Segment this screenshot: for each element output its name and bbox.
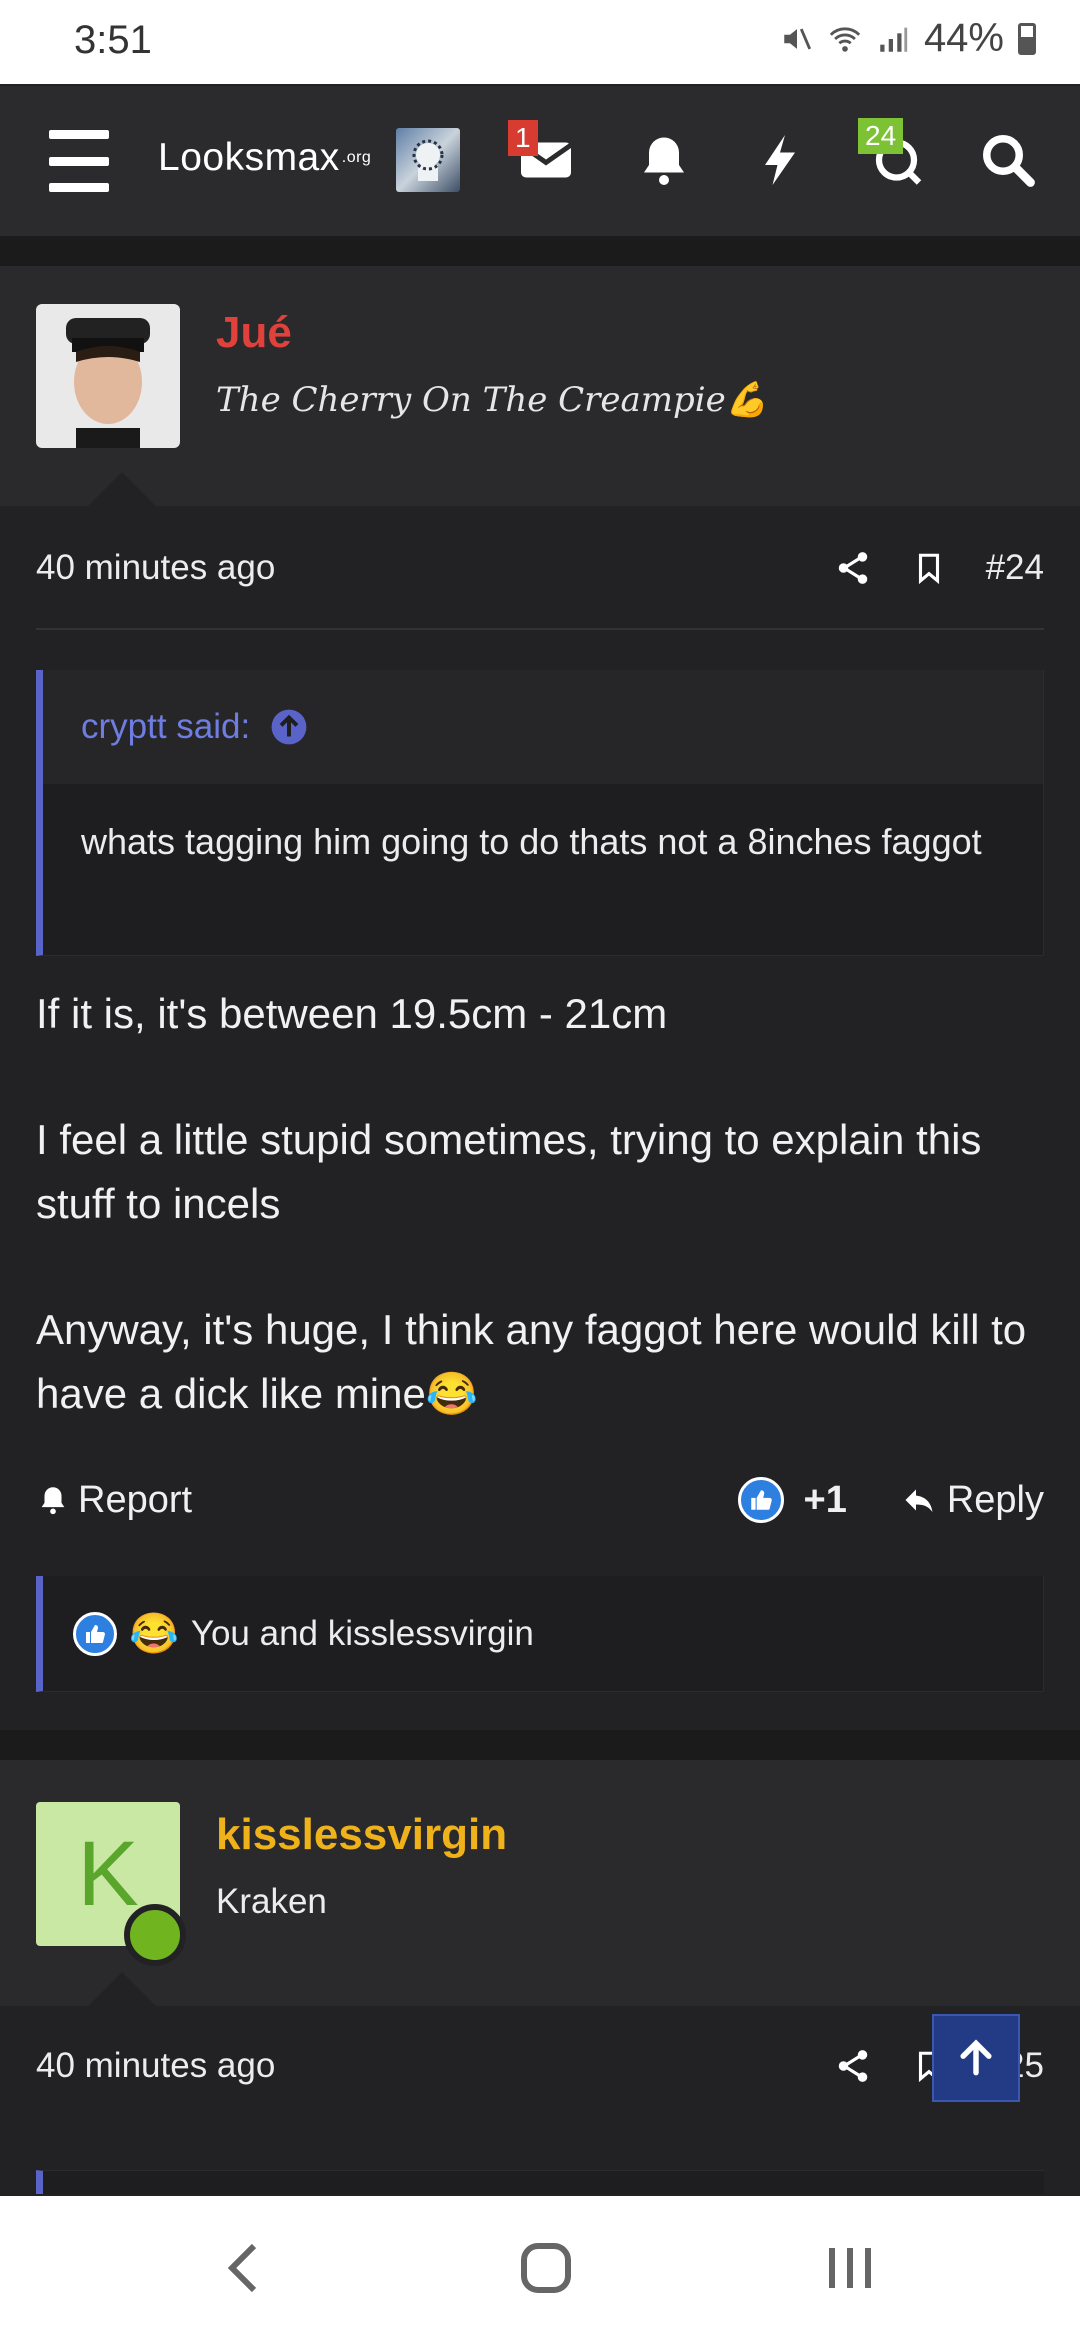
user-avatar-jue[interactable] (36, 304, 180, 448)
mute-icon (784, 28, 811, 49)
share-icon[interactable] (834, 549, 872, 587)
header-pointer (88, 472, 156, 506)
post-actions: Report +1 Reply (36, 1470, 1044, 1530)
wifi-icon (829, 26, 861, 52)
online-status-dot (124, 1904, 186, 1966)
recents-icon (829, 2248, 871, 2288)
separator (0, 238, 1080, 268)
report-button[interactable]: Report (36, 1479, 192, 1522)
logo-suffix: .org (341, 149, 372, 166)
separator (0, 1730, 1080, 1760)
report-label: Report (78, 1478, 193, 1521)
bookmark-icon[interactable] (912, 549, 946, 587)
status-icons: 44% (780, 16, 1036, 61)
share-icon[interactable] (834, 2047, 872, 2085)
reactions-text[interactable]: You and kisslessvirgin (191, 1614, 534, 1654)
header-pointer (88, 1972, 156, 2006)
divider (36, 628, 1044, 630)
bolt-icon (765, 135, 795, 185)
reply-button[interactable]: Reply (899, 1479, 1044, 1522)
post-meta: 40 minutes ago #24 (36, 538, 1044, 598)
post-user-header: Jué The Cherry On The Creampie💪 (0, 266, 1080, 506)
conversations-button[interactable]: 24 (858, 118, 924, 190)
search-icon (983, 135, 1035, 187)
thumbs-up-icon (737, 1477, 784, 1523)
message-paragraph: Anyway, it's huge, I think any faggot he… (36, 1306, 1027, 1417)
back-button[interactable] (214, 2236, 274, 2300)
user-title: The Cherry On The Creampie💪 (216, 380, 769, 420)
bell-icon (41, 1487, 65, 1515)
quote-block (36, 2170, 1044, 2194)
battery-percent: 44% (923, 16, 1004, 60)
like-count: +1 (803, 1478, 847, 1521)
inbox-badge: 1 (508, 120, 538, 156)
chat-badge: 24 (858, 118, 904, 154)
menu-icon[interactable] (48, 130, 110, 192)
reactions-bar[interactable]: 😂 You and kisslessvirgin (36, 1576, 1044, 1692)
logo-text: Looksmax (158, 136, 340, 179)
reply-icon (905, 1489, 933, 1512)
user-title: Kraken (216, 1882, 327, 1921)
status-time: 3:51 (74, 18, 152, 62)
laughing-emoji-icon: 😂 (129, 1612, 179, 1656)
signal-icon (880, 27, 908, 52)
quote-text: whats tagging him going to do thats not … (81, 821, 982, 862)
alerts-button[interactable] (634, 130, 694, 190)
search-button[interactable] (978, 130, 1038, 190)
like-button[interactable]: +1 (737, 1477, 847, 1523)
battery-icon (1018, 22, 1036, 55)
post-time[interactable]: 40 minutes ago (36, 2046, 275, 2086)
user-avatar[interactable] (396, 128, 460, 192)
home-icon (521, 2243, 571, 2293)
message-paragraph: I feel a little stupid sometimes, trying… (36, 1116, 982, 1227)
scroll-to-top-button[interactable] (932, 2014, 1020, 2102)
site-logo[interactable]: Looksmax .org (158, 136, 371, 180)
thumbs-up-icon (73, 1611, 117, 1656)
system-navigation-bar (0, 2196, 1080, 2340)
post-time[interactable]: 40 minutes ago (36, 548, 275, 588)
post-meta: 40 minutes ago #25 (36, 2036, 1044, 2096)
avatar-figure-icon (412, 139, 444, 181)
whats-new-button[interactable] (750, 130, 810, 190)
arrow-up-icon (960, 2039, 992, 2076)
bell-icon (644, 137, 684, 185)
status-bar: 3:51 44% (0, 0, 1080, 84)
post-number[interactable]: #24 (986, 548, 1044, 588)
message-paragraph: If it is, it's between 19.5cm - 21cm (36, 990, 668, 1037)
quote-author[interactable]: cryptt said: (81, 707, 250, 747)
back-icon (227, 2243, 257, 2293)
recents-button[interactable] (820, 2236, 880, 2300)
arrow-up-circle-icon[interactable] (270, 708, 308, 746)
top-navbar: Looksmax .org 1 24 (0, 86, 1080, 238)
quote-block: cryptt said: whats tagging him going to … (36, 670, 1044, 956)
quote-header[interactable]: cryptt said: (43, 670, 1043, 784)
avatar-portrait-icon (36, 304, 180, 448)
reply-label: Reply (946, 1478, 1044, 1521)
inbox-button[interactable]: 1 (508, 120, 576, 190)
home-button[interactable] (516, 2236, 576, 2300)
avatar-letter: K (77, 1822, 139, 1925)
username[interactable]: Jué (216, 308, 292, 358)
username[interactable]: kisslessvirgin (216, 1810, 507, 1860)
